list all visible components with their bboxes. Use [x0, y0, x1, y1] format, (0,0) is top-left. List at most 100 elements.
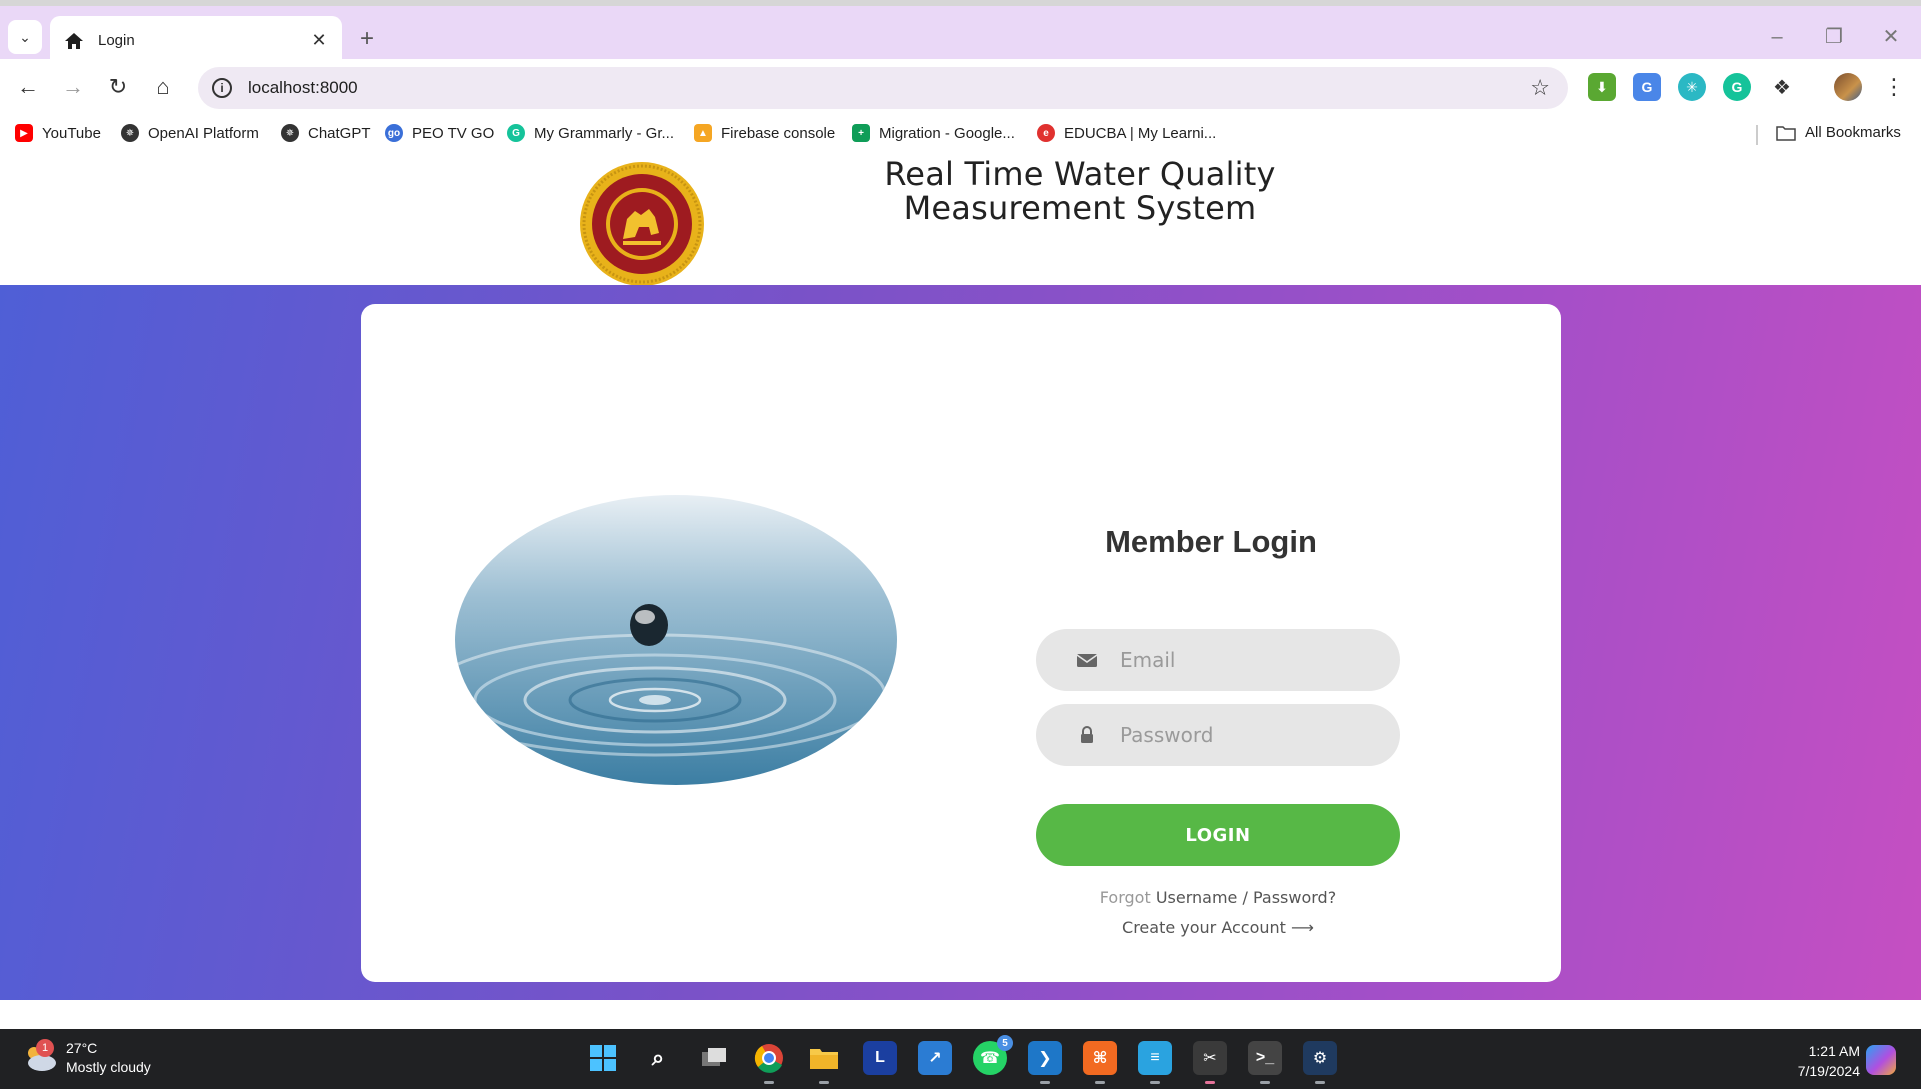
water-drop-image: [455, 495, 897, 785]
firebase-icon: ▲: [694, 124, 712, 142]
app-l-icon[interactable]: L: [863, 1041, 897, 1075]
running-indicator: [1315, 1081, 1325, 1084]
restore-icon[interactable]: ❐: [1817, 20, 1851, 54]
bookmark-label: OpenAI Platform: [148, 124, 259, 142]
email-field[interactable]: [1036, 629, 1400, 691]
whatsapp-badge: 5: [997, 1035, 1013, 1051]
xampp-icon[interactable]: ⌘: [1083, 1041, 1117, 1084]
running-indicator: [1260, 1081, 1270, 1084]
minimize-icon[interactable]: –: [1760, 20, 1794, 54]
bookmark-label: YouTube: [42, 124, 101, 142]
tab-title: Login: [98, 32, 135, 49]
password-field[interactable]: [1036, 704, 1400, 766]
running-indicator: [764, 1081, 774, 1084]
screen: ⌄ Login ✕ + – ❐ ✕ ← → ↻ ⌂ i localhost:80…: [0, 0, 1921, 1089]
snipping-tool-icon[interactable]: ✂: [1193, 1041, 1227, 1084]
close-tab-icon[interactable]: ✕: [308, 30, 330, 51]
tab-login[interactable]: Login ✕: [50, 16, 342, 65]
chatgpt-icon: ✵: [281, 124, 299, 142]
bookmark-firebase[interactable]: ▲ Firebase console: [694, 124, 835, 142]
close-window-icon[interactable]: ✕: [1874, 20, 1908, 54]
vscode-icon[interactable]: ❯: [1028, 1041, 1062, 1084]
login-card: Member Login LOGIN Forgot Username / Pas…: [361, 304, 1561, 982]
home-button-icon[interactable]: ⌂: [145, 69, 181, 105]
extensions-puzzle-icon[interactable]: ❖: [1768, 73, 1796, 101]
envelope-icon: [1076, 654, 1098, 667]
bookmark-youtube[interactable]: ▶ YouTube: [15, 124, 101, 142]
tab-search-button[interactable]: ⌄: [8, 20, 42, 54]
mysql-workbench-icon[interactable]: ⚙: [1303, 1041, 1337, 1084]
educba-icon: e: [1037, 124, 1055, 142]
openai-icon: ✵: [121, 124, 139, 142]
weather-badge: 1: [36, 1039, 54, 1057]
page-header: Real Time Water Quality Measurement Syst…: [0, 153, 1921, 286]
running-indicator: [1205, 1081, 1215, 1084]
forgot-credentials-link[interactable]: Username / Password?: [1156, 888, 1336, 907]
bookmark-chatgpt[interactable]: ✵ ChatGPT: [281, 124, 371, 142]
weather-temp: 27°C: [66, 1040, 98, 1056]
bookmark-label: EDUCBA | My Learni...: [1064, 124, 1217, 142]
clock-date: 7/19/2024: [1797, 1063, 1860, 1079]
home-icon: [65, 32, 83, 49]
windows-taskbar: 1 27°C Mostly cloudy ⌕ L ↗ ☎ 5 ❯ ⌘ ≡ ✂ >…: [0, 1029, 1921, 1089]
bookmark-star-icon[interactable]: ☆: [1530, 75, 1550, 101]
running-indicator: [1095, 1081, 1105, 1084]
clock-time: 1:21 AM: [1808, 1043, 1860, 1059]
lock-icon: [1081, 726, 1093, 743]
cloud-icon: 1: [22, 1039, 58, 1073]
back-icon[interactable]: ←: [10, 69, 46, 105]
translate-extension-icon[interactable]: G: [1633, 73, 1661, 101]
bookmark-peotv[interactable]: go PEO TV GO: [385, 124, 494, 142]
peotv-icon: go: [385, 124, 403, 142]
bookmark-grammarly[interactable]: G My Grammarly - Gr...: [507, 124, 674, 142]
youtube-icon: ▶: [15, 124, 33, 142]
bookmark-openai[interactable]: ✵ OpenAI Platform: [121, 124, 259, 142]
search-icon[interactable]: ⌕: [641, 1041, 675, 1075]
all-bookmarks-button[interactable]: All Bookmarks: [1776, 124, 1901, 141]
grammarly-extension-icon[interactable]: G: [1723, 73, 1751, 101]
tab-strip: ⌄ Login ✕ + – ❐ ✕: [0, 0, 1921, 65]
terminal-icon[interactable]: >_: [1248, 1041, 1282, 1084]
login-title: Member Login: [1105, 524, 1317, 559]
whatsapp-icon[interactable]: ☎ 5: [973, 1035, 1013, 1075]
site-title: Real Time Water Quality Measurement Syst…: [884, 155, 1276, 227]
running-indicator: [1150, 1081, 1160, 1084]
file-explorer-icon[interactable]: [807, 1041, 841, 1084]
bookmarks-bar: ▶ YouTube ✵ OpenAI Platform ✵ ChatGPT go…: [0, 115, 1921, 153]
login-button[interactable]: LOGIN: [1036, 804, 1400, 866]
reload-icon[interactable]: ↻: [100, 69, 136, 105]
ai-extension-icon[interactable]: ✳: [1678, 73, 1706, 101]
address-bar[interactable]: i localhost:8000 ☆: [198, 67, 1568, 109]
browser-toolbar: ← → ↻ ⌂ i localhost:8000 ☆ ⬇ G ✳ G ❖ ⋮: [0, 59, 1921, 115]
bookmark-label: PEO TV GO: [412, 124, 495, 142]
chrome-icon[interactable]: [752, 1041, 786, 1084]
notepad-icon[interactable]: ≡: [1138, 1041, 1172, 1084]
new-tab-button[interactable]: +: [354, 22, 380, 56]
weather-desc: Mostly cloudy: [66, 1059, 151, 1075]
azure-data-studio-icon[interactable]: ↗: [918, 1041, 952, 1075]
running-indicator: [819, 1081, 829, 1084]
running-indicator: [1040, 1081, 1050, 1084]
grammarly-icon: G: [507, 124, 525, 142]
windows-start-icon[interactable]: [586, 1041, 620, 1075]
bookmark-label: Migration - Google...: [879, 124, 1015, 142]
forgot-row: Forgot Username / Password?: [1001, 888, 1435, 907]
bookmark-migration[interactable]: + Migration - Google...: [852, 124, 1015, 142]
bookmark-label: My Grammarly - Gr...: [534, 124, 674, 142]
browser-menu-icon[interactable]: ⋮: [1880, 69, 1908, 105]
create-account-link[interactable]: Create your Account ⟶: [1001, 918, 1435, 937]
task-view-icon[interactable]: [697, 1041, 731, 1075]
profile-avatar[interactable]: [1834, 73, 1862, 101]
weather-widget[interactable]: 1 27°C Mostly cloudy: [22, 1039, 151, 1077]
email-input[interactable]: [1120, 629, 1380, 691]
download-extension-icon[interactable]: ⬇: [1588, 73, 1616, 101]
system-clock[interactable]: 1:21 AM 7/19/2024: [1760, 1041, 1860, 1081]
university-logo: [580, 162, 704, 286]
bookmark-label: Firebase console: [721, 124, 836, 142]
forward-icon[interactable]: →: [55, 69, 91, 105]
copilot-icon[interactable]: [1866, 1045, 1896, 1075]
bookmark-educba[interactable]: e EDUCBA | My Learni...: [1037, 124, 1216, 142]
password-input[interactable]: [1120, 704, 1380, 766]
chevron-down-icon: ⌄: [19, 28, 31, 45]
site-info-icon[interactable]: i: [212, 78, 232, 98]
